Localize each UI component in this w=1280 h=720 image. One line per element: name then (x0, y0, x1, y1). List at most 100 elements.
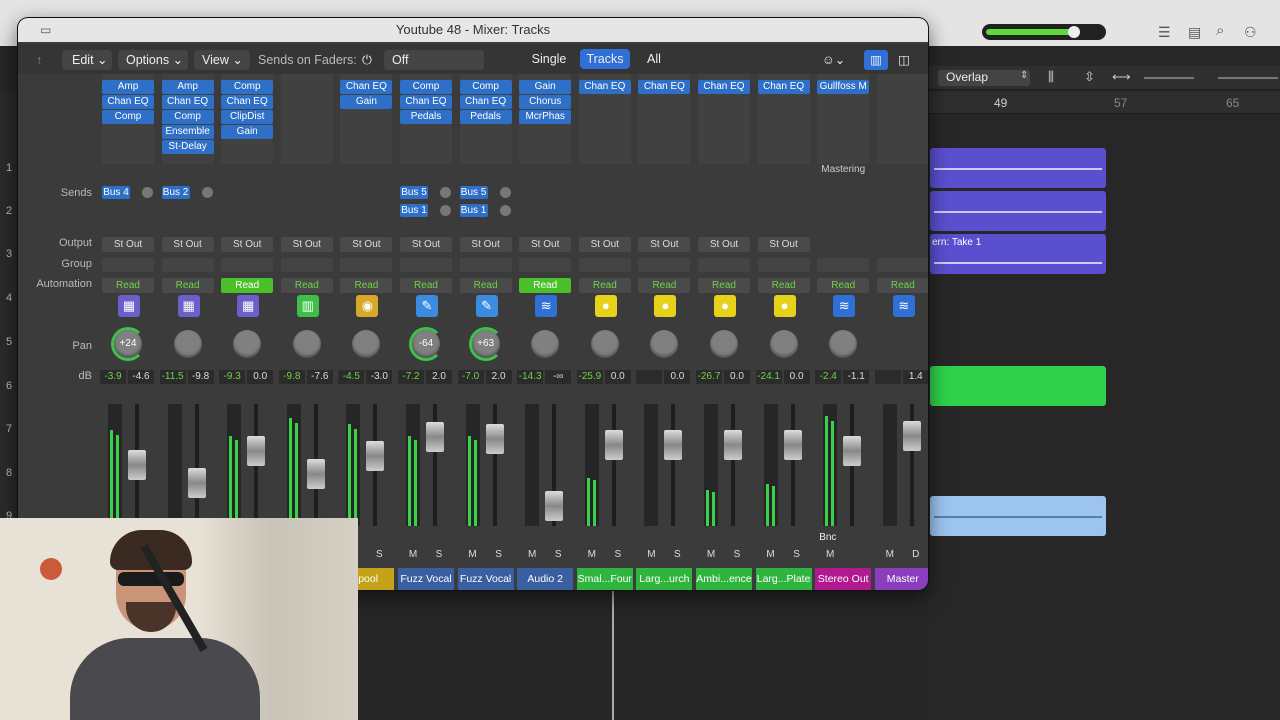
smiley-icon[interactable]: ☺⌄ (822, 50, 845, 70)
vertical-zoom-icon[interactable]: ⇳ (1084, 69, 1095, 85)
aux-icon[interactable]: ● (594, 295, 617, 317)
plugin-slot[interactable]: Gain (221, 125, 274, 139)
pan-knob[interactable] (650, 330, 679, 358)
solo-button[interactable]: S (490, 548, 508, 562)
sidebar-icon[interactable]: ◫ (898, 50, 910, 70)
mute-button[interactable]: M (523, 548, 541, 562)
automation-mode[interactable]: Read (459, 278, 512, 293)
layout-icon[interactable]: ▥ (864, 50, 888, 70)
plugin-slot[interactable]: Chan EQ (459, 95, 512, 109)
solo-button[interactable]: S (430, 548, 448, 562)
fit-icon[interactable]: ⟷ (1112, 69, 1131, 85)
amp-icon[interactable]: ▦ (237, 295, 260, 317)
volume-fader[interactable] (426, 422, 444, 452)
volume-fader[interactable] (366, 441, 385, 471)
mute-button[interactable]: M (583, 548, 601, 562)
automation-mode[interactable]: Read (757, 278, 810, 293)
guitar-icon[interactable]: ✎ (475, 295, 498, 317)
send-level-knob[interactable] (142, 187, 153, 198)
pan-knob[interactable] (531, 330, 560, 358)
plugin-slot[interactable]: Chan EQ (102, 95, 154, 109)
plugin-slot[interactable]: Comp (102, 110, 154, 124)
send-slot[interactable]: Bus 2 (161, 186, 190, 199)
zoom-vertical-slider[interactable] (1144, 77, 1194, 79)
pan-knob[interactable] (710, 330, 738, 358)
track-name[interactable]: Stereo Out (815, 568, 872, 590)
synth-icon[interactable]: ▥ (296, 295, 319, 317)
send-slot[interactable]: Bus 1 (400, 204, 428, 217)
view-menu[interactable]: View ⌄ (194, 50, 250, 70)
pan-knob[interactable]: +63 (471, 330, 500, 358)
automation-mode[interactable]: Read (578, 278, 631, 293)
send-level-knob[interactable] (201, 187, 213, 198)
solo-button[interactable]: S (609, 548, 627, 562)
audio-region[interactable] (930, 366, 1106, 406)
mute-button[interactable]: M (642, 548, 660, 562)
mute-button[interactable]: M (881, 548, 899, 562)
volume-value[interactable]: 0.0 (724, 370, 750, 384)
all-button[interactable]: All (634, 49, 674, 69)
plugin-slot[interactable]: Ensemble (161, 125, 214, 139)
group-slot[interactable] (578, 258, 631, 272)
mute-button[interactable]: M (404, 548, 422, 562)
send-level-knob[interactable] (440, 205, 451, 216)
plugin-slot[interactable]: St-Delay (161, 140, 214, 154)
pan-knob[interactable] (233, 330, 262, 358)
automation-mode[interactable]: Read (161, 278, 214, 293)
send-level-knob[interactable] (499, 205, 511, 216)
output-select[interactable]: St Out (161, 237, 214, 252)
plugin-slot[interactable]: ClipDist (221, 110, 274, 124)
audio-region[interactable]: ern: Take 1 (930, 234, 1106, 274)
volume-value[interactable]: -∞ (545, 370, 572, 384)
plugin-slot[interactable]: Chorus (519, 95, 572, 109)
solo-button[interactable]: S (370, 548, 388, 562)
automation-mode[interactable]: Read (102, 278, 154, 293)
guitar-icon[interactable]: ✎ (416, 295, 438, 317)
options-menu[interactable]: Options ⌄ (118, 50, 188, 70)
automation-mode[interactable]: Read (817, 278, 870, 293)
plugin-slot[interactable]: Chan EQ (757, 80, 810, 94)
pan-knob[interactable] (352, 330, 381, 358)
plugin-slot[interactable]: Comp (400, 80, 452, 94)
volume-value[interactable]: -3.0 (366, 370, 393, 384)
track-name[interactable]: Master (874, 568, 928, 590)
automation-mode[interactable]: Read (638, 278, 691, 293)
solo-button[interactable]: S (549, 548, 567, 562)
plugin-slot[interactable]: Chan EQ (400, 95, 452, 109)
output-select[interactable]: St Out (638, 237, 691, 252)
track-name[interactable]: Larg...Plate (755, 568, 812, 590)
group-slot[interactable] (102, 258, 154, 272)
group-slot[interactable] (280, 258, 333, 272)
plugin-slot[interactable]: Pedals (459, 110, 512, 124)
plugin-slot[interactable]: McrPhas (519, 110, 572, 124)
tracks-button[interactable]: Tracks (580, 49, 630, 69)
search-icon[interactable]: ⌕ (1216, 22, 1224, 39)
plugin-slot[interactable]: Amp (161, 80, 214, 94)
overlap-select[interactable]: Overlap (938, 70, 1030, 86)
group-slot[interactable] (340, 258, 393, 272)
aux-icon[interactable]: ● (654, 295, 677, 317)
send-slot[interactable]: Bus 1 (459, 204, 488, 217)
plugin-slot[interactable]: Chan EQ (221, 95, 274, 109)
plugin-slot[interactable]: Gain (519, 80, 572, 94)
output-select[interactable]: St Out (221, 237, 274, 252)
sends-on-faders-select[interactable]: Off (384, 50, 484, 70)
volume-value[interactable]: 2.0 (426, 370, 452, 384)
group-slot[interactable] (817, 258, 870, 272)
volume-value[interactable]: 2.0 (485, 370, 512, 384)
amp-icon[interactable]: ▦ (177, 295, 200, 317)
audio-region[interactable] (930, 496, 1106, 536)
zoom-horizontal-slider[interactable] (1218, 77, 1278, 79)
dim-button[interactable]: D (907, 548, 925, 562)
plugin-slot[interactable]: Gullfoss M (817, 80, 870, 94)
list-icon[interactable]: ☰ (1158, 24, 1171, 41)
browser-icon[interactable]: ⚇ (1244, 24, 1257, 41)
plugin-slot[interactable]: Comp (459, 80, 512, 94)
output-select[interactable]: St Out (578, 237, 631, 252)
mute-button[interactable]: M (821, 548, 839, 562)
waveform-zoom-icon[interactable]: ⫼ (1048, 69, 1054, 85)
pan-knob[interactable] (292, 330, 321, 358)
drum-icon[interactable]: ◉ (356, 295, 379, 317)
send-level-knob[interactable] (499, 187, 511, 198)
volume-slider[interactable] (982, 24, 1106, 40)
